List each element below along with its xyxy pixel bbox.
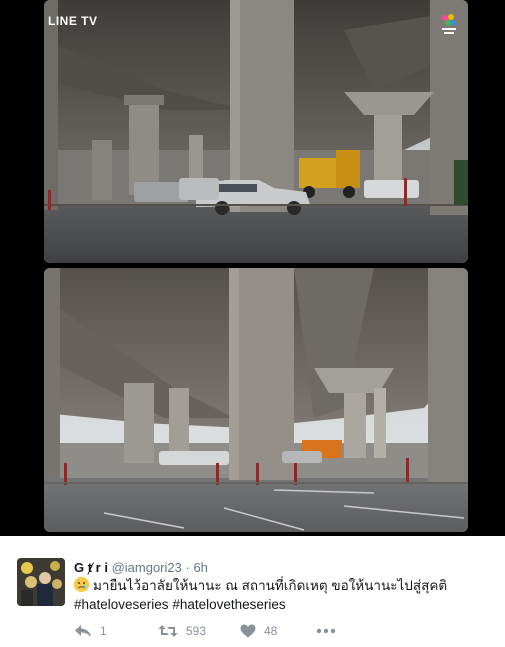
display-name[interactable]: G ⱦ r i <box>74 560 108 575</box>
tweet-body: มายืนไว้อาลัยให้นานะ ณ สถานที่เกิดเหตุ ข… <box>93 578 448 593</box>
more-dots-icon <box>316 628 336 634</box>
like-count: 48 <box>264 624 278 638</box>
photo-image-top <box>44 0 468 263</box>
photo-under-bridge-with-cars[interactable]: LINE TV <box>44 0 468 263</box>
hashtag-link[interactable]: #hatelovetheseries <box>172 597 285 612</box>
reply-icon <box>75 625 91 637</box>
retweet-count: 593 <box>186 624 207 638</box>
hashtag-link[interactable]: #hateloveseries <box>74 597 169 612</box>
user-handle[interactable]: @iamgori23 <box>112 560 182 575</box>
tweet: G ⱦ r i @iamgori23 · 6h มายืนไว้อาลัยให้… <box>0 536 505 647</box>
hate-love-series-logo <box>436 12 462 44</box>
reply-count: 1 <box>100 624 107 638</box>
tweet-text: มายืนไว้อาลัยให้นานะ ณ สถานที่เกิดเหตุ ข… <box>74 576 494 614</box>
tweet-header: G ⱦ r i @iamgori23 · 6h <box>74 560 208 575</box>
retweet-button[interactable]: 593 <box>158 624 206 638</box>
line-tv-watermark: LINE TV <box>48 14 98 28</box>
retweet-icon <box>158 625 178 637</box>
tweet-actions: 1 593 48 <box>74 624 374 642</box>
like-button[interactable]: 48 <box>240 624 277 638</box>
separator-dot: · <box>185 560 190 575</box>
media-area: LINE TV <box>0 0 505 536</box>
crying-face-icon <box>74 577 89 592</box>
heart-icon <box>240 624 256 638</box>
more-options-button[interactable] <box>316 628 336 634</box>
avatar[interactable] <box>17 558 65 606</box>
reply-button[interactable]: 1 <box>74 624 107 638</box>
photo-image-bottom <box>44 268 468 532</box>
photo-under-bridge-empty[interactable] <box>44 268 468 532</box>
tweet-timestamp[interactable]: 6h <box>193 560 207 575</box>
